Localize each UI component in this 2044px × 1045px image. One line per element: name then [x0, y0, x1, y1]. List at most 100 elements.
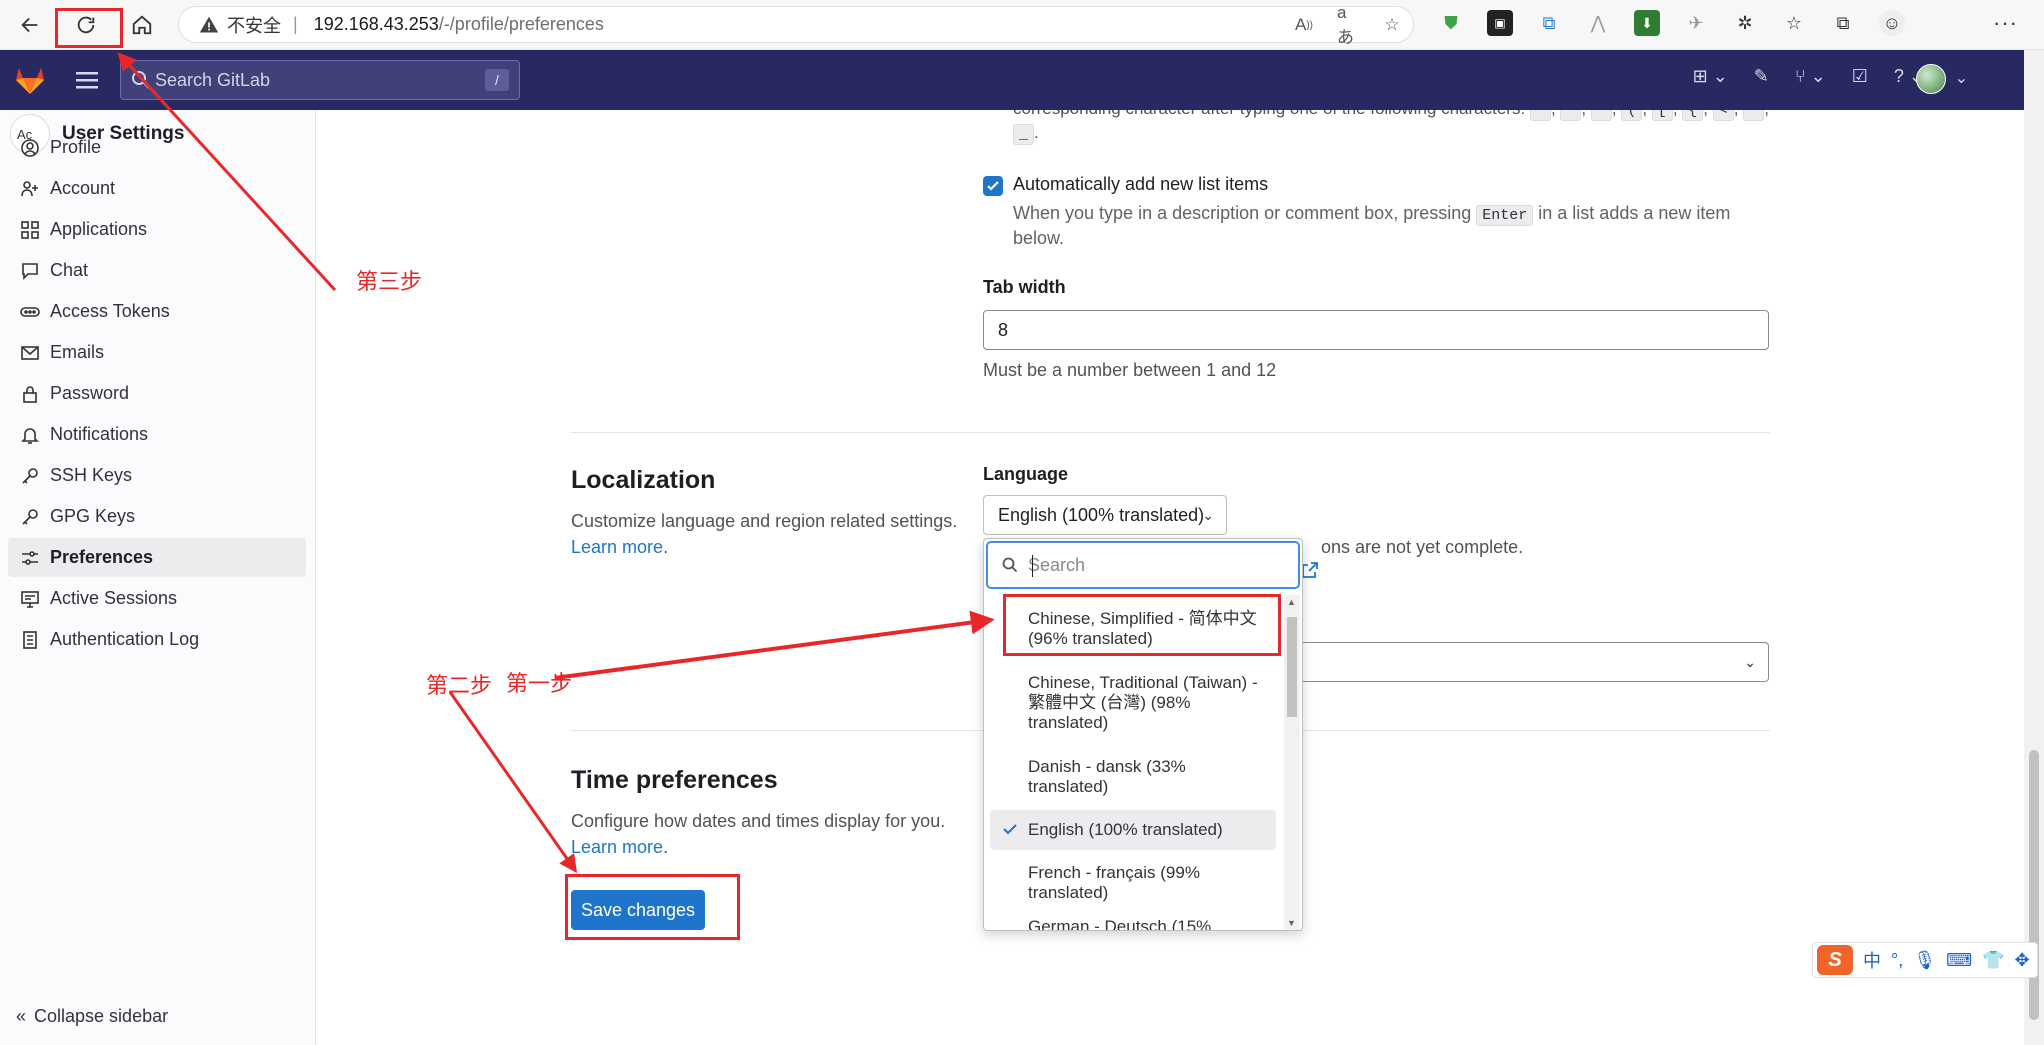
first-day-of-week-select[interactable]: ⌄: [1276, 642, 1769, 682]
ime-punctuation-indicator[interactable]: °,: [1891, 950, 1903, 971]
gitlab-search-input[interactable]: Search GitLab /: [120, 60, 520, 100]
scroll-up-arrow-icon[interactable]: ▲: [1287, 597, 1296, 607]
sidebar-item-label: Emails: [50, 342, 105, 362]
favorites-icon[interactable]: ☆: [1781, 10, 1807, 36]
sogou-logo-icon[interactable]: S: [1817, 945, 1853, 975]
external-link-icon[interactable]: [1300, 560, 1320, 580]
scroll-down-arrow-icon[interactable]: ▼: [1287, 918, 1296, 928]
auto-list-checkbox[interactable]: [983, 176, 1003, 196]
translate-icon[interactable]: aあ: [1337, 3, 1359, 47]
language-dropdown-button[interactable]: English (100% translated) ⌄: [983, 495, 1227, 535]
sidebar-item-preferences[interactable]: Preferences: [8, 538, 306, 577]
sidebar-item-gpg-keys[interactable]: GPG Keys: [8, 497, 306, 536]
sidebar-item-notifications[interactable]: Notifications: [8, 415, 306, 454]
double-chevron-left-icon: «: [16, 1006, 27, 1026]
clipped-help-sentence: corresponding character after typing one…: [1013, 110, 1525, 118]
settings-sidebar: Ac User Settings Profile Account Applica…: [0, 110, 316, 1045]
sidebar-item-authentication-log[interactable]: Authentication Log: [8, 620, 306, 659]
address-bar[interactable]: 不安全 | 192.168.43.253/-/profile/preferenc…: [178, 3, 1414, 47]
merge-requests-icon[interactable]: ⑂ ⌄: [1795, 66, 1826, 87]
sidebar-item-access-tokens[interactable]: Access Tokens: [8, 292, 306, 331]
extension-icon[interactable]: ▣: [1487, 10, 1513, 36]
option-text: translated): [1028, 777, 1109, 796]
puzzle-icon[interactable]: ✲: [1732, 10, 1758, 36]
microphone-icon[interactable]: 🎙: [1913, 950, 1936, 971]
page-scrollbar[interactable]: [2024, 50, 2044, 1045]
tab-width-input[interactable]: 8: [983, 310, 1769, 350]
sidebar-item-chat[interactable]: Chat: [8, 251, 306, 290]
scrollbar-thumb[interactable]: [1287, 617, 1297, 717]
keyboard-icon[interactable]: ⌨: [1946, 950, 1972, 971]
language-option-zh-tw[interactable]: Chinese, Traditional (Taiwan) - 繁體中文 (台灣…: [990, 673, 1276, 733]
tab-width-label: Tab width: [983, 277, 1066, 297]
profile-avatar-icon[interactable]: ☺: [1879, 10, 1905, 36]
annotation-box-save: [565, 874, 740, 940]
create-new-icon[interactable]: ⊞ ⌄: [1693, 66, 1728, 87]
search-icon: [1002, 557, 1018, 573]
sidebar-item-password[interactable]: Password: [8, 374, 306, 413]
account-icon: [20, 179, 40, 199]
option-text: Chinese, Traditional (Taiwan) -: [1028, 673, 1258, 692]
hamburger-menu-icon[interactable]: [74, 68, 100, 92]
time-preferences-learn-more-link[interactable]: Learn more: [571, 837, 663, 857]
search-placeholder: Search GitLab: [155, 69, 271, 90]
ime-toolbar[interactable]: S 中 °, 🎙 ⌨ 👕 ✥: [1812, 942, 2038, 978]
shield-extension-icon[interactable]: ⛊: [1438, 10, 1464, 36]
sidebar-item-label: Active Sessions: [50, 588, 178, 608]
sidebar-item-active-sessions[interactable]: Active Sessions: [8, 579, 306, 618]
collections-icon[interactable]: ⧉: [1830, 10, 1856, 36]
auto-list-help: When you type in a description or commen…: [1013, 202, 1733, 249]
localization-desc-text: Customize language and region related se…: [571, 511, 958, 531]
sidebar-item-account[interactable]: Account: [8, 169, 306, 208]
toolbox-icon[interactable]: ✥: [2014, 950, 2029, 971]
extension-icon[interactable]: ⋀: [1585, 10, 1611, 36]
read-aloud-icon[interactable]: A)): [1293, 14, 1315, 36]
sidebar-item-emails[interactable]: Emails: [8, 333, 306, 372]
localization-learn-more-link[interactable]: Learn more: [571, 537, 663, 557]
tab-width-help: Must be a number between 1 and 12: [983, 360, 1277, 380]
warning-icon: [199, 16, 219, 32]
issues-icon[interactable]: ✎: [1754, 66, 1769, 87]
user-avatar[interactable]: [1916, 64, 1946, 94]
sidebar-item-label: GPG Keys: [50, 506, 136, 526]
dropdown-scrollbar[interactable]: ▲ ▼: [1284, 595, 1300, 930]
translate-extension-icon[interactable]: ⧉: [1536, 10, 1562, 36]
language-selected-value: English (100% translated): [998, 504, 1205, 525]
more-menu-icon[interactable]: ···: [1993, 10, 2018, 36]
sidebar-item-label: Password: [50, 383, 130, 403]
gitlab-logo-icon[interactable]: [12, 62, 48, 98]
collapse-sidebar-label: Collapse sidebar: [34, 1006, 169, 1026]
sidebar-item-profile[interactable]: Profile: [8, 128, 306, 167]
todos-icon[interactable]: ☑: [1852, 66, 1868, 87]
search-icon: [132, 71, 150, 89]
char-code: _: [1013, 124, 1035, 145]
language-search-input[interactable]: Search: [986, 541, 1300, 589]
language-option-fr[interactable]: French - français (99% translated): [990, 863, 1276, 903]
localization-title: Localization: [571, 466, 716, 494]
chevron-down-icon[interactable]: ⌄: [1955, 68, 1968, 88]
page-scrollbar-thumb[interactable]: [2029, 750, 2039, 1020]
sidebar-item-label: SSH Keys: [50, 465, 133, 485]
sidebar-item-ssh-keys[interactable]: SSH Keys: [8, 456, 306, 495]
sidebar-item-label: Applications: [50, 219, 148, 239]
download-extension-icon[interactable]: ⬇: [1634, 10, 1660, 36]
char-code: `: [1590, 110, 1612, 121]
sidebar-item-applications[interactable]: Applications: [8, 210, 306, 249]
time-preferences-title: Time preferences: [571, 766, 778, 794]
url-host: 192.168.43.253: [313, 14, 439, 34]
extension-icon[interactable]: ✈: [1683, 10, 1709, 36]
lock-icon: [20, 384, 40, 404]
back-button[interactable]: [12, 7, 48, 43]
home-button[interactable]: [124, 7, 160, 43]
chevron-down-icon: ⌄: [1202, 507, 1214, 523]
skin-icon[interactable]: 👕: [1982, 950, 2004, 971]
collapse-sidebar-button[interactable]: « Collapse sidebar: [16, 1006, 168, 1027]
annotation-step1: 第一步: [506, 672, 573, 697]
language-option-da[interactable]: Danish - dansk (33% translated): [990, 757, 1276, 797]
option-text: 繁體中文 (台灣) (98%: [1028, 693, 1191, 712]
add-favorite-icon[interactable]: ☆: [1381, 14, 1403, 36]
language-option-de[interactable]: German - Deutsch (15%: [990, 917, 1276, 930]
language-option-en[interactable]: English (100% translated): [990, 810, 1276, 850]
url-path: /-/profile/preferences: [438, 14, 604, 34]
ime-mode-indicator[interactable]: 中: [1863, 947, 1881, 973]
